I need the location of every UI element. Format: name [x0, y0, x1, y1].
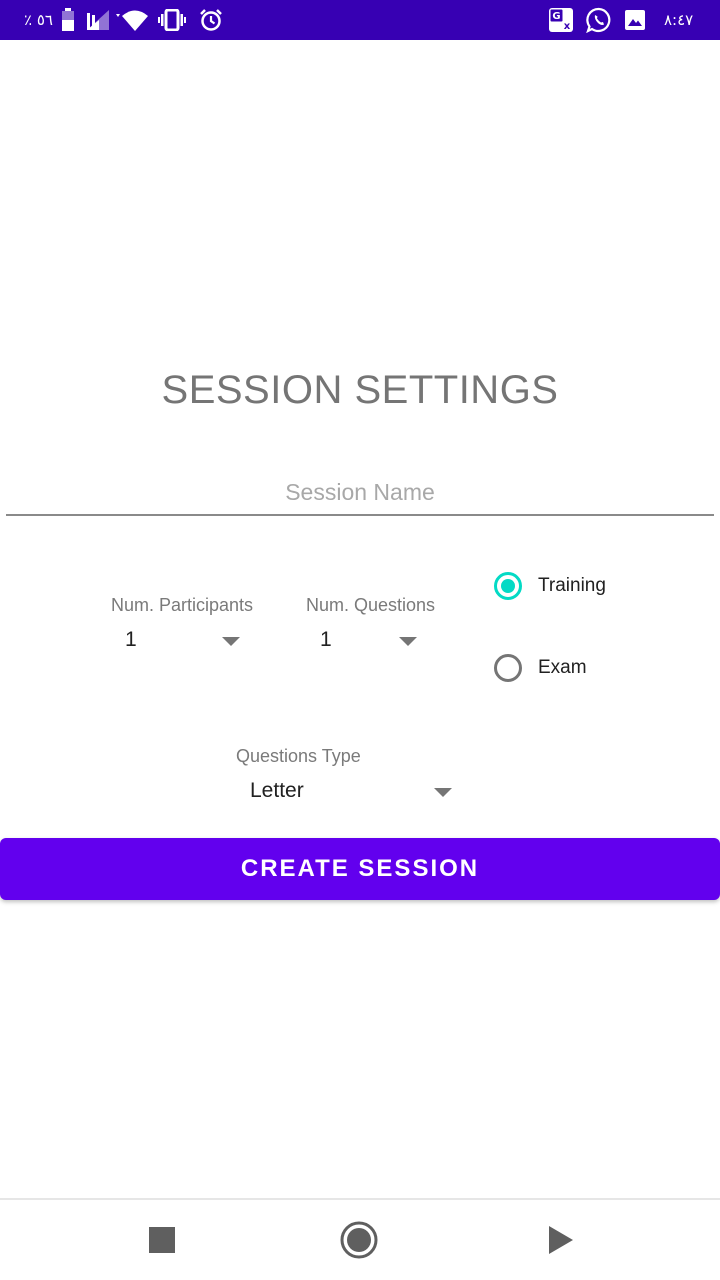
wifi-icon [114, 0, 148, 40]
dropdown-arrow-icon [434, 788, 452, 797]
status-bar: ٪ ٥٦ G x ٨:٤٧ [0, 0, 720, 40]
participants-value: 1 [125, 628, 137, 651]
battery-icon [61, 0, 75, 40]
training-label: Training [538, 575, 606, 596]
svg-text:G: G [552, 11, 560, 22]
signal-icon [86, 0, 110, 40]
alarm-icon [199, 0, 223, 40]
svg-text:x: x [564, 21, 571, 32]
play-icon[interactable] [520, 1200, 600, 1280]
page-title: SESSION SETTINGS [161, 368, 559, 412]
participants-label: Num. Participants [111, 595, 254, 615]
dropdown-arrow-icon [222, 637, 240, 646]
questions-spinner[interactable]: 1 [306, 620, 426, 660]
radio-unchecked-icon [494, 654, 522, 682]
navigation-bar [0, 1198, 720, 1280]
translate-icon: G x [548, 0, 574, 40]
questions-label: Num. Questions [306, 595, 436, 615]
training-radio[interactable]: Training [494, 566, 606, 606]
questions-type-label: Questions Type [236, 746, 361, 766]
vibrate-icon [158, 0, 186, 40]
participants-spinner[interactable]: 1 [111, 620, 251, 660]
session-name-input[interactable] [6, 470, 714, 516]
dropdown-arrow-icon [399, 637, 417, 646]
screen: ٪ ٥٦ G x ٨:٤٧ SESSION SETTINGS Session N… [0, 0, 720, 1280]
exam-label: Exam [538, 657, 587, 678]
whatsapp-icon [586, 0, 612, 40]
battery-percent: ٪ ٥٦ [24, 11, 53, 29]
questions-value: 1 [320, 628, 332, 651]
gallery-icon [624, 0, 646, 40]
questions-type-value: Letter [250, 779, 304, 802]
record-icon[interactable] [319, 1200, 399, 1280]
questions-type-spinner[interactable]: Letter [236, 771, 462, 811]
radio-checked-icon [494, 572, 522, 600]
create-session-button[interactable]: CREATE SESSION [0, 838, 720, 900]
exam-radio[interactable]: Exam [494, 648, 587, 688]
status-time: ٨:٤٧ [664, 11, 694, 29]
stop-icon[interactable] [122, 1200, 202, 1280]
